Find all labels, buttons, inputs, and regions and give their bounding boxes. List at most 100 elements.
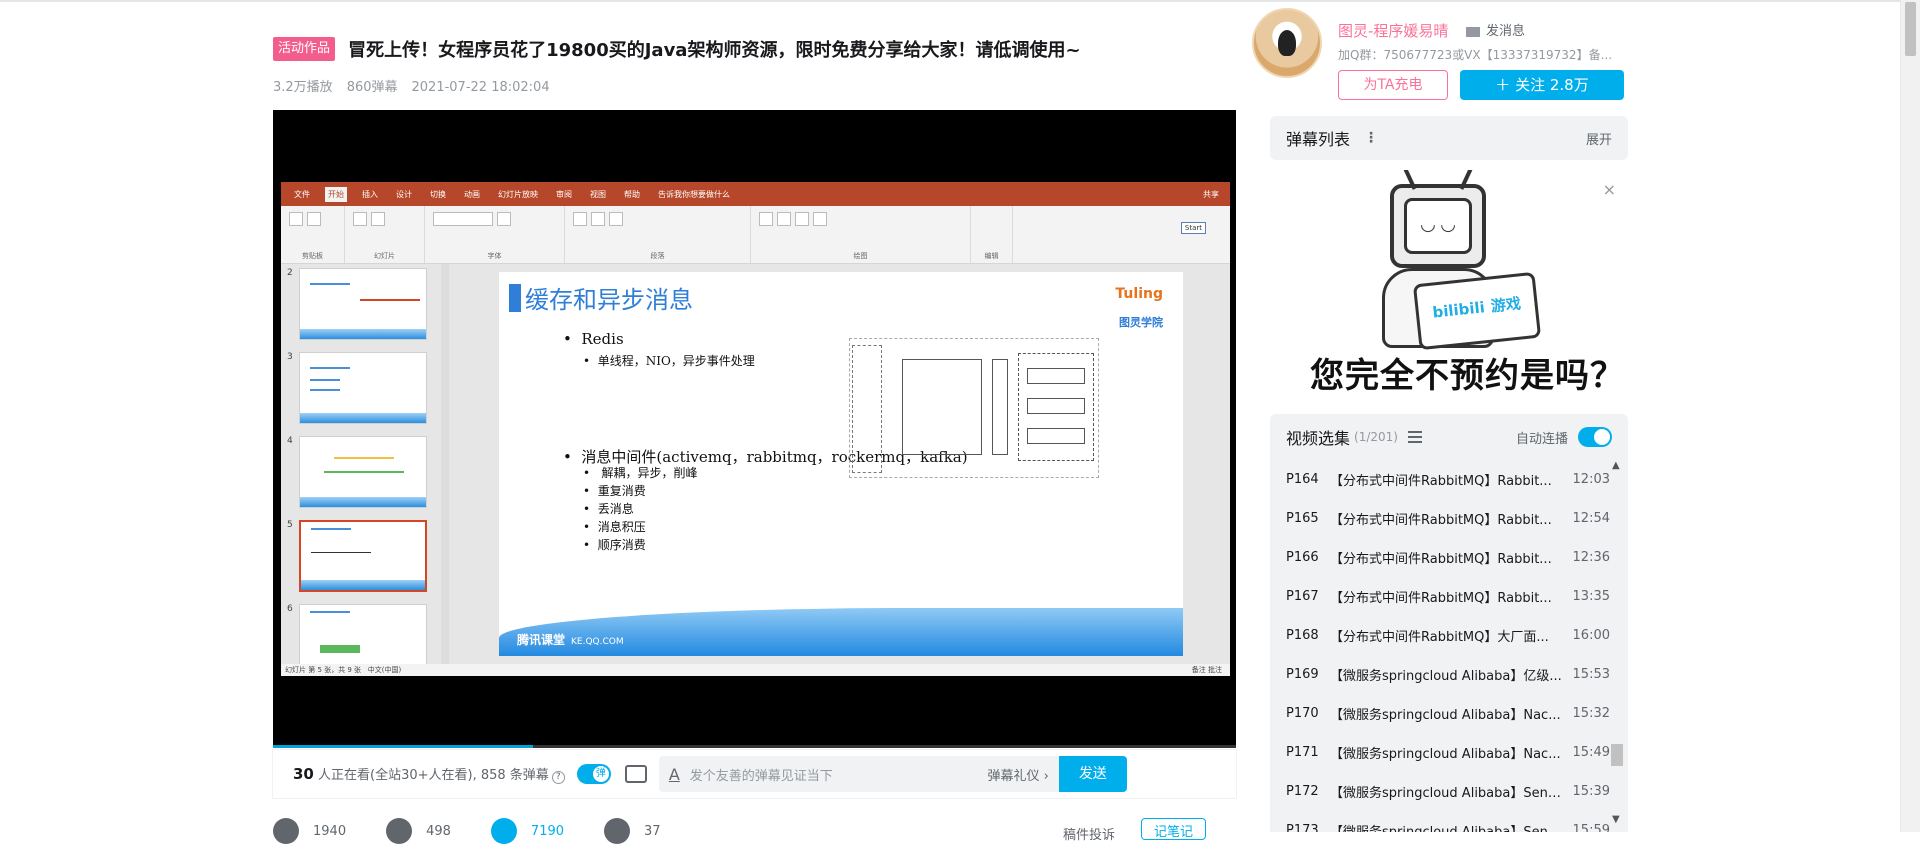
ppt-tab: 告诉我你想要做什么: [658, 189, 730, 199]
send-button[interactable]: 发送: [1058, 756, 1127, 792]
top-divider: [0, 0, 1920, 2]
ad-slogan: 您完全不预约是吗？: [1310, 356, 1625, 396]
autoplay-toggle[interactable]: [1578, 427, 1612, 447]
favorite-icon[interactable]: [490, 818, 517, 844]
ppt-tab: 幻灯片放映: [498, 189, 538, 199]
like-count[interactable]: 1940: [313, 818, 346, 839]
sub-bullet: • 解耦，异步，削峰: [583, 466, 698, 480]
sub-bullet: • 丢消息: [583, 502, 634, 516]
ribbon-group: 字体: [425, 206, 565, 263]
slide-title: 缓存和异步消息: [509, 280, 693, 315]
playlist-item[interactable]: P169 【微服务springcloud Alibaba】亿级... 15:53: [1270, 655, 1610, 694]
video-actions: 1940 498 7190 37 稿件投诉 记笔记: [273, 818, 1236, 844]
list-view-icon[interactable]: [1407, 431, 1422, 443]
ppt-ribbon: 剪贴板 幻灯片 字体 段落 绘图 编辑 Start: [281, 206, 1230, 264]
more-options-icon[interactable]: ⋮: [1364, 130, 1378, 146]
ribbon-group: 剪贴板: [281, 206, 345, 263]
page-scrollbar[interactable]: [1900, 0, 1920, 832]
uploader-name[interactable]: 图灵-程序媛易晴: [1338, 20, 1448, 41]
publish-date: 2021-07-22 18:02:04: [411, 80, 550, 95]
like-icon[interactable]: [273, 818, 299, 844]
video-header: 活动作品 冒死上传！女程序员花了19800买的Java架构师资源，限时免费分享给…: [273, 36, 1237, 95]
ppt-tab: 帮助: [624, 189, 640, 199]
playlist-item[interactable]: P165 【分布式中间件RabbitMQ】Rabbit... 12:54: [1270, 499, 1610, 538]
progress-fill: [273, 745, 533, 748]
ppt-tab: 审阅: [556, 189, 572, 199]
follow-button[interactable]: ＋ 关注 2.8万: [1460, 70, 1624, 100]
playlist-item[interactable]: P167 【分布式中间件RabbitMQ】Rabbit... 13:35: [1270, 577, 1610, 616]
share-count[interactable]: 37: [644, 818, 661, 839]
ppt-start-button: Start: [1180, 222, 1206, 234]
thumbnail-scrollbar: [441, 264, 449, 664]
charge-button[interactable]: 为TA充电: [1338, 70, 1448, 100]
video-player[interactable]: 文件 开始 插入 设计 切换 动画 幻灯片放映 审阅 视图 帮助 告诉我你想要做…: [273, 110, 1236, 748]
expand-button[interactable]: 展开: [1586, 129, 1612, 148]
playlist-item[interactable]: P172 【微服务springcloud Alibaba】Sent... 15:39: [1270, 772, 1610, 811]
uploader-avatar[interactable]: [1252, 8, 1322, 78]
scroll-up-icon[interactable]: ▲: [1612, 460, 1620, 471]
playlist-item[interactable]: P168 【分布式中间件RabbitMQ】大厂面... 16:00: [1270, 616, 1610, 655]
ppt-window: 文件 开始 插入 设计 切换 动画 幻灯片放映 审阅 视图 帮助 告诉我你想要做…: [281, 182, 1230, 676]
slide-thumbnail: 2: [281, 264, 449, 348]
playlist-count: (1/201): [1354, 430, 1398, 444]
send-message-link[interactable]: 发消息: [1466, 20, 1525, 39]
tuling-logo: Tuling: [1115, 286, 1163, 302]
playlist-item[interactable]: P164 【分布式中间件RabbitMQ】Rabbit... 12:03: [1270, 460, 1610, 499]
sub-bullet: • 消息积压: [583, 520, 646, 534]
playlist-item[interactable]: P171 【微服务springcloud Alibaba】Nac... 15:49: [1270, 733, 1610, 772]
game-ad-banner[interactable]: × ◡ ◡ bilibili 游戏 您完全不预约是吗？: [1270, 170, 1628, 398]
uploader-description: 加Q群：750677723或VX【13337319732】备...: [1338, 48, 1613, 62]
ppt-tab: 切换: [430, 189, 446, 199]
architecture-diagram: [849, 338, 1099, 478]
scroll-thumb[interactable]: [1611, 744, 1623, 766]
danmaku-placeholder[interactable]: 发个友善的弹幕见证当下: [690, 765, 988, 784]
danmaku-count: 860弹幕: [346, 80, 398, 95]
activity-tag[interactable]: 活动作品: [273, 37, 336, 61]
sub-bullet: • 重复消费: [583, 484, 646, 498]
ppt-tab: 开始: [325, 186, 347, 202]
playlist-item[interactable]: P166 【分布式中间件RabbitMQ】Rabbit... 12:36: [1270, 538, 1610, 577]
ppt-tab: 动画: [464, 189, 480, 199]
ppt-tab: 插入: [362, 189, 378, 199]
playlist-header: 视频选集 (1/201) 自动连播: [1270, 414, 1628, 460]
video-title: 冒死上传！女程序员花了19800买的Java架构师资源，限时免费分享给大家！请低…: [348, 40, 1081, 61]
slide-thumbnail-selected: 5: [281, 516, 449, 600]
ppt-ribbon-tabs: 文件 开始 插入 设计 切换 动画 幻灯片放映 审阅 视图 帮助 告诉我你想要做…: [281, 182, 1230, 206]
report-link[interactable]: 稿件投诉: [1063, 818, 1115, 843]
share-icon[interactable]: [604, 818, 631, 844]
help-icon[interactable]: ?: [551, 771, 565, 784]
video-progress-bar[interactable]: [273, 745, 1236, 748]
danmaku-etiquette-link[interactable]: 弹幕礼仪 ›: [987, 765, 1048, 784]
danmaku-list-header[interactable]: 弹幕列表 ⋮ 展开: [1270, 116, 1628, 160]
bilibili-game-sign: bilibili 游戏: [1412, 271, 1542, 351]
danmaku-input[interactable]: A 发个友善的弹幕见证当下 弹幕礼仪 ›: [658, 756, 1059, 792]
danmaku-toggle[interactable]: 弹: [576, 764, 611, 784]
tuling-logo-text: 图灵学院: [1119, 316, 1163, 329]
notes-button[interactable]: 记笔记: [1140, 818, 1206, 840]
tencent-classroom-logo: 腾讯课堂 KE.QQ.COM: [517, 633, 624, 647]
text-style-icon[interactable]: A: [669, 765, 680, 784]
sub-bullet: • 顺序消费: [583, 538, 646, 552]
ribbon-group: 段落: [565, 206, 751, 263]
playlist-scrollbar[interactable]: ▲ ▼: [1610, 460, 1624, 832]
page-scroll-thumb[interactable]: [1905, 2, 1916, 56]
favorite-count[interactable]: 7190: [531, 818, 564, 839]
bullet: • Redis: [563, 330, 624, 348]
slide-canvas: 缓存和异步消息 Tuling 图灵学院 • Redis • 单线程，NIO，异步…: [499, 272, 1183, 656]
slide-thumbnail: 4: [281, 432, 449, 516]
close-icon[interactable]: ×: [1603, 180, 1616, 199]
ppt-status-bar: 幻灯片 第 5 张，共 9 张 中文(中国) 备注 批注: [281, 664, 1230, 676]
tv-mascot-icon: ◡ ◡: [1390, 184, 1486, 268]
playlist-item[interactable]: P173【微服务springcloud Alibaba】Sent...15:59: [1270, 811, 1610, 832]
playlist-item[interactable]: P170 【微服务springcloud Alibaba】Nac... 15:32: [1270, 694, 1610, 733]
sub-bullet: • 单线程，NIO，异步事件处理: [583, 354, 755, 368]
coin-icon[interactable]: [386, 818, 413, 844]
coin-count[interactable]: 498: [426, 818, 451, 839]
slide-thumbnails: 2 3 4 5 6: [281, 264, 449, 664]
scroll-down-icon[interactable]: ▼: [1612, 814, 1620, 825]
ppt-body: 2 3 4 5 6 缓存和异步消息 Tuling 图灵学院 • Redis • …: [281, 264, 1230, 664]
playlist-title: 视频选集: [1286, 429, 1351, 448]
danmaku-bar: 30 人正在看(全站30+人在看), 858 条弹幕? 弹 A 发个友善的弹幕见…: [273, 750, 1236, 798]
danmaku-settings-icon[interactable]: [624, 765, 647, 783]
play-count: 3.2万播放: [273, 80, 333, 95]
